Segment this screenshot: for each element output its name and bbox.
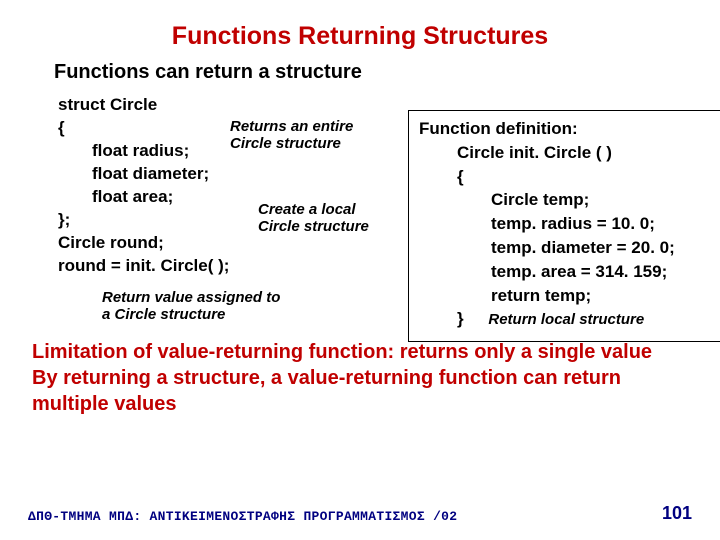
slide-subtitle: Functions can return a structure	[54, 61, 692, 84]
code-line: Circle init. Circle ( )	[419, 141, 720, 165]
limitation-text: Limitation of value-returning function: …	[32, 339, 682, 417]
limitation-line: By returning a structure, a value-return…	[32, 367, 621, 415]
code-line: float diameter;	[58, 163, 229, 186]
limitation-line: Limitation of value-returning function: …	[32, 341, 652, 363]
code-line: float area;	[58, 186, 229, 209]
code-line: return temp;	[419, 284, 720, 308]
annotation-line: Returns an entire	[230, 118, 353, 135]
code-line: temp. radius = 10. 0;	[419, 212, 720, 236]
code-line: Circle temp;	[419, 188, 720, 212]
code-line: } Return local structure	[419, 307, 720, 331]
annotation-return-local: Return local structure	[468, 311, 644, 328]
code-line: temp. diameter = 20. 0;	[419, 236, 720, 260]
annotation-line: a Circle structure	[102, 306, 225, 323]
code-line: round = init. Circle( );	[58, 256, 229, 275]
annotation-create-local: Create a local Circle structure	[258, 201, 369, 236]
slide-title: Functions Returning Structures	[88, 22, 632, 51]
content-area: struct Circle { float radius; float diam…	[58, 94, 692, 339]
annotation-returns-entire: Returns an entire Circle structure	[230, 118, 353, 153]
annotation-line: Create a local	[258, 201, 356, 218]
function-definition-box: Function definition: Circle init. Circle…	[408, 110, 720, 342]
code-line: {	[419, 165, 720, 189]
annotation-line: Circle structure	[230, 135, 341, 152]
code-line: {	[58, 118, 65, 137]
code-line: Circle round;	[58, 233, 164, 252]
footer: ΔΠΘ-ΤΜΗΜΑ ΜΠΔ: ΑΝΤΙΚΕΙΜΕΝΟΣΤΡΑΦΗΣ ΠΡΟΓΡΑ…	[28, 503, 692, 524]
code-line: temp. area = 314. 159;	[419, 260, 720, 284]
annotation-line: Circle structure	[258, 218, 369, 235]
code-line: float radius;	[58, 140, 229, 163]
page-number: 101	[662, 503, 692, 524]
definition-header: Function definition:	[419, 119, 578, 138]
struct-code-block: struct Circle { float radius; float diam…	[58, 94, 229, 278]
annotation-line: Return value assigned to	[102, 289, 280, 306]
code-line: struct Circle	[58, 95, 157, 114]
code-line: };	[58, 210, 70, 229]
footer-course-label: ΔΠΘ-ΤΜΗΜΑ ΜΠΔ: ΑΝΤΙΚΕΙΜΕΝΟΣΤΡΑΦΗΣ ΠΡΟΓΡΑ…	[28, 509, 457, 524]
annotation-return-assigned: Return value assigned to a Circle struct…	[102, 289, 280, 324]
slide: Functions Returning Structures Functions…	[0, 0, 720, 540]
